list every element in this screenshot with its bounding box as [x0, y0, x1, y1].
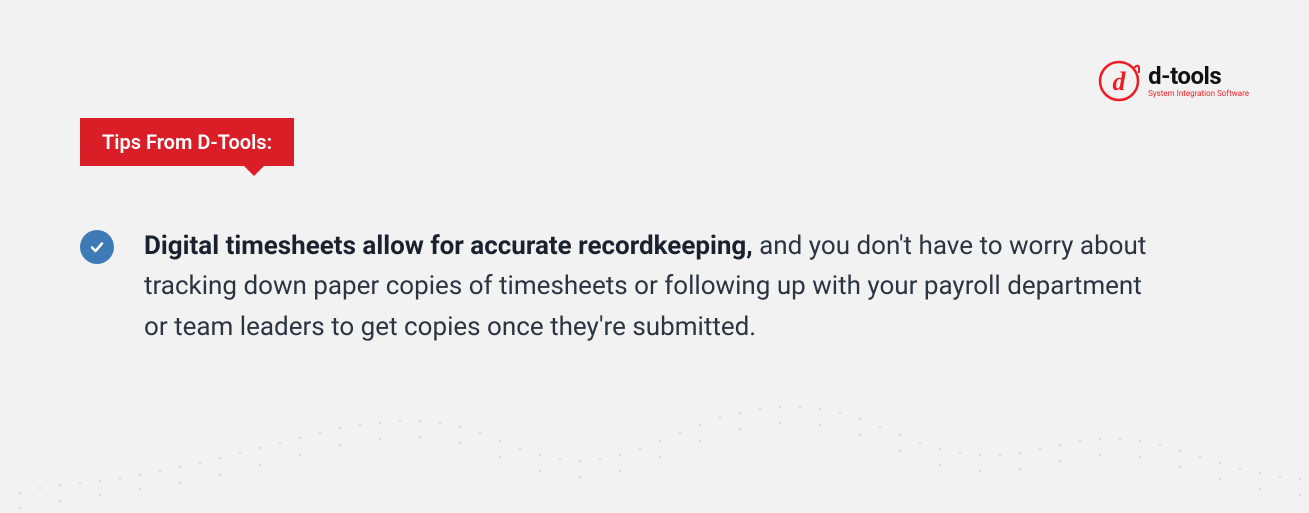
tip-text-bold: Digital timesheets allow for accurate re… — [144, 231, 753, 261]
svg-text:d: d — [1113, 67, 1127, 96]
tip-text: Digital timesheets allow for accurate re… — [144, 226, 1164, 347]
brand-logo: d d-tools System Integration Software — [1098, 60, 1249, 102]
tip-item: Digital timesheets allow for accurate re… — [80, 226, 1189, 347]
logo-tagline: System Integration Software — [1148, 90, 1249, 98]
logo-mark-icon: d — [1098, 60, 1140, 102]
tips-tag-label: Tips From D-Tools: — [102, 130, 272, 154]
logo-name: d-tools — [1148, 64, 1249, 88]
check-circle-icon — [80, 230, 114, 264]
tips-tag: Tips From D-Tools: — [80, 118, 294, 166]
